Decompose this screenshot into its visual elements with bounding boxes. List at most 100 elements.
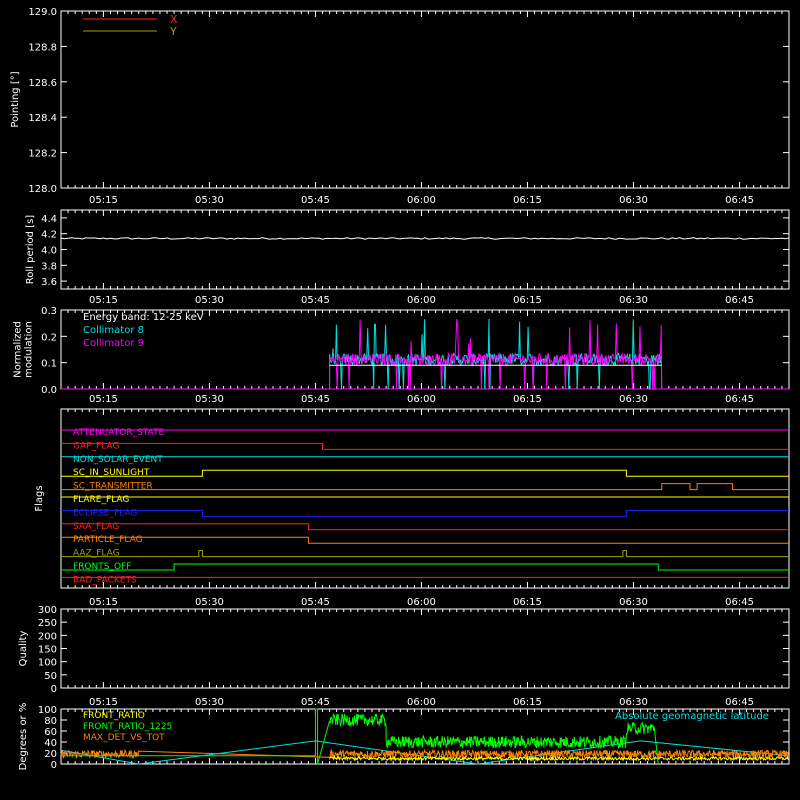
x-tick-label: 06:00 [407, 195, 436, 206]
x-tick-label: 06:30 [619, 394, 648, 405]
y-tick-label: 4.2 [41, 230, 57, 241]
y-tick-label: 0.0 [41, 385, 57, 396]
y-tick-label: 300 [38, 605, 57, 616]
legend-label-geomag-latitude: Absolute geomagnetic latitude [615, 711, 769, 722]
y-tick-label: 128.6 [28, 78, 57, 89]
x-tick-label: 05:15 [89, 295, 118, 306]
y-tick-label: 0 [51, 760, 57, 771]
panel-pointing: 05:15 05:30 05:45 06:00 06:15 06:30 06:45 128.0… [10, 7, 790, 206]
flag-label-bad-packets: BAD_PACKETS [73, 575, 137, 585]
x-tick-label: 05:45 [301, 394, 330, 405]
x-tick-label: 05:30 [195, 394, 224, 405]
quicklook-figure: 05:15 05:30 05:45 06:00 06:15 06:30 06:45 128.0… [10, 7, 790, 771]
energy-band-annotation: Energy band: 12-25 keV [83, 312, 204, 323]
x-tick-label: 06:00 [407, 697, 436, 708]
y-tick-label: 128.4 [28, 113, 57, 124]
y-tick-label: 100 [38, 658, 57, 669]
x-tick-label: 05:30 [195, 597, 224, 608]
flag-line-sc-transmitter [61, 483, 789, 491]
front-ratio-line [329, 754, 789, 762]
panel-degrees: 020406080100 Degrees or % FRONT_RATIOFRONT… [18, 703, 790, 771]
collimator-8-line [329, 318, 663, 390]
y-tick-label: 3.8 [41, 261, 57, 272]
flag-label-particle-flag: PARTICLE_FLAG [73, 535, 143, 545]
y-tick-label: 129.0 [28, 7, 57, 18]
y-axis-label: Roll period [s] [25, 215, 36, 284]
y-tick-label: 0.3 [41, 306, 57, 317]
flag-label-saa-flag: SAA_FLAG [73, 522, 119, 532]
flag-line-aaz-flag [61, 550, 789, 558]
legend-label-max-det-vs-tot: MAX_DET_VS_TOT [83, 733, 165, 743]
y-tick-label: 3.6 [41, 277, 57, 288]
x-tick-label: 06:45 [725, 597, 754, 608]
flag-line-eclipse-flag [61, 509, 789, 517]
x-tick-label: 06:00 [407, 394, 436, 405]
panel-roll: 05:15 05:30 05:45 06:00 06:15 06:30 06:45 3.6 3.… [25, 209, 790, 306]
x-tick-label: 06:30 [619, 195, 648, 206]
roll-period-line [60, 237, 790, 240]
x-tick-label: 06:45 [725, 697, 754, 708]
y-tick-label: 50 [44, 671, 57, 682]
flag-line-gap-flag [61, 442, 789, 450]
panel-quality: 05:15 05:30 05:45 06:00 06:15 06:30 06:45 0 50 10… [18, 605, 790, 708]
y-tick-label: 0.2 [41, 332, 57, 343]
y-tick-label: 0.1 [41, 359, 57, 370]
x-tick-label: 06:30 [619, 597, 648, 608]
x-tick-label: 06:45 [725, 295, 754, 306]
flag-label-sc-in-sunlight: SC_IN_SUNLIGHT [73, 468, 150, 478]
legend-label-collimator-8: Collimator 8 [83, 325, 144, 336]
y-tick-label: 20 [44, 749, 57, 760]
x-tick-label: 05:15 [89, 597, 118, 608]
flag-label-aaz-flag: AAZ_FLAG [73, 549, 120, 559]
y-axis-label: Flags [34, 485, 45, 511]
y-tick-label: 250 [38, 618, 57, 629]
flag-label-non-solar-event: NON_SOLAR_EVENT [73, 455, 163, 465]
x-tick-label: 05:45 [301, 295, 330, 306]
flag-label-gap-flag: GAP_FLAG [73, 441, 119, 451]
x-tick-label: 06:00 [407, 295, 436, 306]
flag-label-sc-transmitter: SC_TRANSMITTER [73, 482, 153, 492]
y-axis-label: modulation [24, 321, 35, 378]
flag-line-sc-in-sunlight [61, 469, 789, 477]
panel-flags: 05:15 05:30 05:45 06:00 06:15 06:30 06:45 Flags… [34, 408, 790, 608]
x-tick-label: 05:15 [89, 697, 118, 708]
x-tick-label: 05:30 [195, 697, 224, 708]
flag-label-eclipse-flag: ECLIPSE_FLAG [73, 508, 137, 518]
flag-line-fronts-off [61, 563, 789, 571]
y-axis-label: Normalized [13, 321, 24, 378]
y-tick-label: 0 [51, 684, 57, 695]
y-tick-label: 200 [38, 631, 57, 642]
y-tick-label: 4.0 [41, 246, 57, 257]
x-tick-label: 05:15 [89, 195, 118, 206]
x-tick-label: 06:15 [513, 295, 542, 306]
legend-label-front-ratio-1225: FRONT_RATIO_1225 [83, 722, 172, 732]
flag-label-flare-flag: FLARE_FLAG [73, 495, 129, 505]
x-tick-label: 06:15 [513, 394, 542, 405]
panel-frame [60, 608, 790, 689]
legend-label-front-ratio: FRONT_RATIO [83, 711, 145, 721]
x-tick-label: 06:15 [513, 597, 542, 608]
x-tick-label: 06:15 [513, 195, 542, 206]
flag-line-saa-flag [61, 523, 789, 531]
x-tick-label: 05:30 [195, 195, 224, 206]
x-tick-label: 05:15 [89, 394, 118, 405]
x-tick-label: 06:45 [725, 394, 754, 405]
x-tick-label: 06:15 [513, 697, 542, 708]
flag-label-fronts-off: FRONTS_OFF [73, 562, 131, 572]
y-axis-label: Pointing [°] [10, 71, 21, 127]
collimator-9-line [329, 318, 663, 390]
x-tick-label: 05:30 [195, 295, 224, 306]
x-tick-label: 06:30 [619, 295, 648, 306]
panel-frame [60, 209, 790, 290]
y-tick-label: 40 [44, 738, 57, 749]
y-tick-label: 60 [44, 727, 57, 738]
legend-label-y: Y [169, 25, 177, 38]
panel-modulation: 05:15 05:30 05:45 06:00 06:15 06:30 06:45 0.0 0.… [13, 306, 790, 405]
y-axis-label: Quality [18, 631, 29, 667]
x-tick-label: 06:30 [619, 697, 648, 708]
y-tick-label: 80 [44, 716, 57, 727]
x-tick-label: 06:00 [407, 597, 436, 608]
y-tick-label: 128.8 [28, 42, 57, 53]
x-tick-label: 05:45 [301, 697, 330, 708]
flag-label-attenuator-state: ATTENUATOR_STATE [73, 428, 165, 438]
